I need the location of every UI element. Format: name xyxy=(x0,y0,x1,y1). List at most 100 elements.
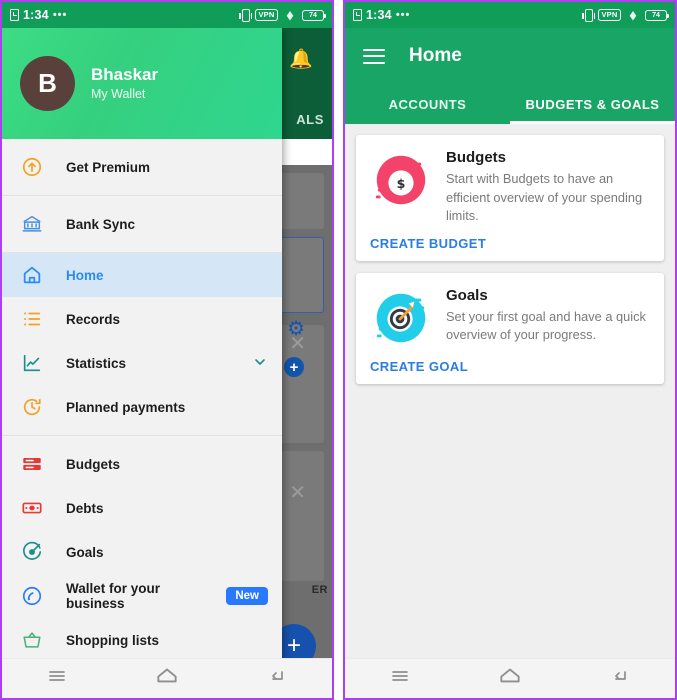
left-status-bar: 1:34 ••• VPN 74 xyxy=(2,2,332,28)
sidebar-item-label: Shopping lists xyxy=(66,632,159,648)
sidebar-item-label: Budgets xyxy=(66,456,120,472)
back-icon[interactable] xyxy=(608,664,632,693)
budgets-card-body: $ Budgets Start with Budgets to have an … xyxy=(370,149,650,226)
back-icon[interactable] xyxy=(265,664,289,693)
sidebar-item-get-premium[interactable]: Get Premium xyxy=(2,145,282,189)
sidebar-item-label: Records xyxy=(66,311,121,327)
status-dots: ••• xyxy=(52,9,68,21)
right-system-nav-bar xyxy=(345,658,675,698)
screenshot-root: 1:34 ••• VPN 74 🔔 ALS ⚙ + ✕ ✕ ER + B Bha… xyxy=(0,0,677,700)
bell-icon: 🔔 xyxy=(289,49,313,70)
profile-wallet-name: My Wallet xyxy=(91,86,146,101)
chevron-down-icon[interactable] xyxy=(252,354,268,373)
profile-name: Bhaskar xyxy=(91,64,159,84)
status-bar-right: VPN 74 xyxy=(582,8,669,22)
sidebar-item-planned-payments[interactable]: Planned payments xyxy=(2,385,282,429)
sidebar-item-label: Wallet for your business xyxy=(66,581,161,611)
recents-icon[interactable] xyxy=(388,664,412,693)
status-time: 1:34 xyxy=(366,8,392,22)
budgets-card: $ Budgets Start with Budgets to have an … xyxy=(356,135,664,261)
sidebar-item-budgets[interactable]: Budgets xyxy=(2,442,282,486)
plus-circle-icon: + xyxy=(284,357,304,377)
app-bar: Home ACCOUNTS BUDGETS & GOALS xyxy=(345,28,675,124)
drawer-group-finance: Budgets Debts Goals Wallet for your busi… xyxy=(2,436,282,662)
sidebar-item-label: Goals xyxy=(66,544,104,560)
money-bag-icon: $ xyxy=(370,149,432,211)
sidebar-item-shopping-lists[interactable]: Shopping lists xyxy=(2,618,282,662)
status-bar-left: 1:34 ••• xyxy=(10,8,67,22)
recents-icon[interactable] xyxy=(45,664,69,693)
sidebar-item-label: Planned payments xyxy=(66,399,186,415)
banknote-icon xyxy=(20,496,44,520)
target-dart-icon xyxy=(370,287,432,349)
sidebar-item-statistics[interactable]: Statistics xyxy=(2,341,282,385)
drawer-group-bank: Bank Sync xyxy=(2,196,282,253)
tab-accounts[interactable]: ACCOUNTS xyxy=(345,84,510,124)
left-phone-frame: 1:34 ••• VPN 74 🔔 ALS ⚙ + ✕ ✕ ER + B Bha… xyxy=(0,0,334,700)
alarm-icon xyxy=(353,9,362,21)
sidebar-item-label: Debts xyxy=(66,500,104,516)
alarm-icon xyxy=(10,9,19,21)
status-time: 1:34 xyxy=(23,8,49,22)
drawer-group-main: Home Records Statistics Planned payments xyxy=(2,253,282,436)
sidebar-item-bank-sync[interactable]: Bank Sync xyxy=(2,202,282,246)
hamburger-menu-icon[interactable] xyxy=(363,48,385,64)
tab-bar: ACCOUNTS BUDGETS & GOALS xyxy=(345,84,675,124)
drawer-menu-list: Get Premium Bank Sync Home Records Stati… xyxy=(2,139,282,698)
create-goal-button[interactable]: CREATE GOAL xyxy=(370,359,650,374)
goals-card-body: Goals Set your first goal and have a qui… xyxy=(370,287,650,349)
tab-content-budgets-goals: $ Budgets Start with Budgets to have an … xyxy=(345,124,675,658)
close-icon: ✕ xyxy=(289,482,306,504)
card-description: Set your first goal and have a quick ove… xyxy=(446,308,646,343)
clock-refresh-icon xyxy=(20,395,44,419)
drawer-profile-header[interactable]: B Bhaskar My Wallet xyxy=(2,28,282,139)
vibrate-icon xyxy=(582,8,596,22)
right-status-bar: 1:34 ••• VPN 74 xyxy=(345,2,675,28)
goals-card: Goals Set your first goal and have a qui… xyxy=(356,272,664,384)
sidebar-item-label: Get Premium xyxy=(66,159,151,175)
speedometer-icon xyxy=(20,584,44,608)
home-nav-icon[interactable] xyxy=(497,663,523,694)
left-system-nav-bar xyxy=(2,658,332,698)
right-phone-frame: 1:34 ••• VPN 74 Home ACCOUNTS BUDGETS & … xyxy=(343,0,677,700)
tab-budgets-and-goals[interactable]: BUDGETS & GOALS xyxy=(510,84,675,124)
sidebar-item-label: Bank Sync xyxy=(66,216,136,232)
profile-text: Bhaskar My Wallet xyxy=(91,64,158,104)
basket-icon xyxy=(20,628,44,652)
home-nav-icon[interactable] xyxy=(154,663,180,694)
sidebar-item-wallet-for-your-business[interactable]: Wallet for your business New xyxy=(2,574,282,618)
budgets-card-text: Budgets Start with Budgets to have an ef… xyxy=(446,149,650,226)
drawer-group-premium: Get Premium xyxy=(2,139,282,196)
wifi-icon xyxy=(283,10,297,21)
home-icon xyxy=(20,263,44,287)
chart-line-icon xyxy=(20,351,44,375)
status-dots: ••• xyxy=(395,9,411,21)
create-budget-button[interactable]: CREATE BUDGET xyxy=(370,236,650,251)
app-bar-top-row: Home xyxy=(345,28,675,84)
avatar: B xyxy=(20,56,75,111)
sidebar-item-label: Home xyxy=(66,267,104,283)
background-section-label: ER xyxy=(311,584,328,596)
page-title: Home xyxy=(409,45,462,66)
svg-text:$: $ xyxy=(397,176,406,191)
sidebar-item-debts[interactable]: Debts xyxy=(2,486,282,530)
arrow-up-circle-icon xyxy=(20,155,44,179)
close-icon: ✕ xyxy=(289,333,306,355)
vibrate-icon xyxy=(239,8,253,22)
battery-icon: 74 xyxy=(645,9,669,21)
target-icon xyxy=(20,540,44,564)
status-bar-right: VPN 74 xyxy=(239,8,326,22)
vpn-icon: VPN xyxy=(254,9,278,21)
battery-icon: 74 xyxy=(302,9,326,21)
card-title: Budgets xyxy=(446,149,506,166)
background-tab-label: ALS xyxy=(296,112,324,127)
status-bar-left: 1:34 ••• xyxy=(353,8,410,22)
goals-card-text: Goals Set your first goal and have a qui… xyxy=(446,287,650,349)
status-badge: New xyxy=(226,587,268,605)
sidebar-item-goals[interactable]: Goals xyxy=(2,530,282,574)
list-icon xyxy=(20,307,44,331)
sidebar-item-label: Statistics xyxy=(66,355,127,371)
sidebar-item-home[interactable]: Home xyxy=(2,253,282,297)
bank-icon xyxy=(20,212,44,236)
sidebar-item-records[interactable]: Records xyxy=(2,297,282,341)
